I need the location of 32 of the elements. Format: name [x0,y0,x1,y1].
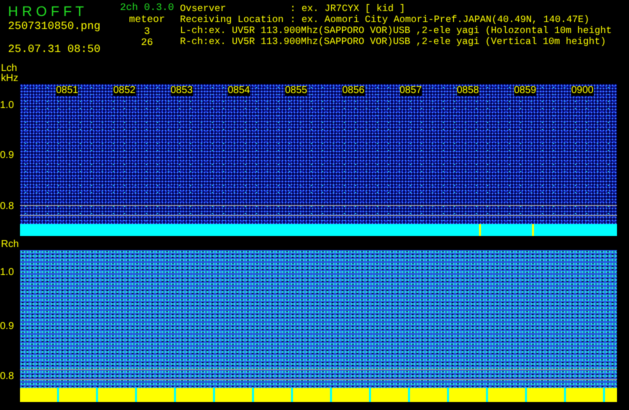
axis-label: 0.8 [0,372,14,382]
channel-info: L-ch:ex. UV5R 113.900Mhz(SAPPORO VOR)USB ,2-ele yagi (Holozontal 10m height [180,25,612,36]
file-name: 2507310850.png [8,20,102,34]
axis-label: 1.0 [0,101,14,111]
unit-label: kHz [1,74,20,84]
time-label: 0857 [400,86,422,96]
info-value: : ex. JR7CYX [ kid ] [290,3,406,14]
time-label: 0855 [285,86,308,96]
meteor-label: meteor [128,15,165,27]
meteor-count: 3 [144,27,150,38]
app-title: H R O F F T [8,3,85,19]
channel-label: Lch [1,64,18,74]
info-label: Ovserver [180,3,228,14]
axis-label: 0.9 [0,151,14,161]
channel-label: Rch [1,240,20,250]
info-value: : ex. Aomori City Aomori-Pref.JAPAN(40.49N, 140.47E) [290,14,590,25]
axis-label: 0.8 [0,202,14,212]
time-label: 0852 [113,86,136,96]
time-label: 0851 [56,86,78,96]
meteor-count: 26 [140,38,153,49]
axis-label: 0.9 [0,322,14,332]
time-label: 0853 [170,86,193,96]
time-label: 0854 [228,86,250,96]
version-label: 2ch 0.3.0 [120,3,174,15]
info-label: Receiving Location [180,14,285,25]
time-label: 0858 [456,86,479,96]
axis-label: 1.0 [0,268,14,278]
date-time: 25.07.31 08:50 [8,43,102,57]
channel-info: R-ch:ex. UV5R 113.900Mhz(SAPPORO VOR)USB ,2-ele yagi (Vertical 10m height) [180,36,608,47]
time-label: 0859 [514,86,536,96]
time-label: 0856 [342,86,364,96]
time-label: 0900 [571,86,594,96]
